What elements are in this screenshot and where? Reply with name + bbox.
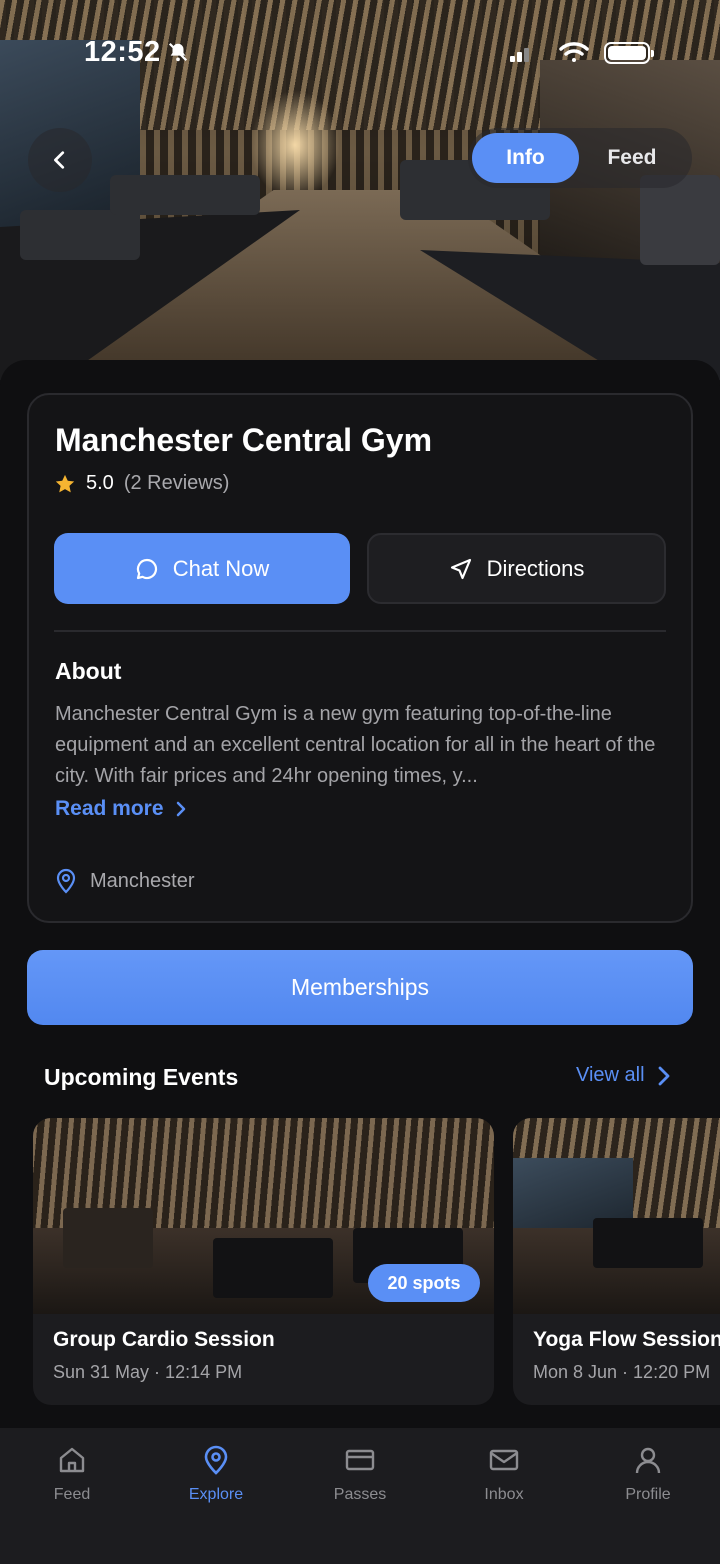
gym-location: Manchester <box>54 868 195 894</box>
nav-passes-label: Passes <box>333 1486 387 1503</box>
nav-feed-label: Feed <box>53 1486 91 1503</box>
wifi-icon <box>559 42 589 62</box>
nav-passes[interactable]: Passes <box>288 1428 432 1564</box>
nav-inbox-label: Inbox <box>484 1486 524 1503</box>
bell-off-icon <box>168 42 188 62</box>
mail-icon <box>489 1449 519 1471</box>
nav-inbox[interactable]: Inbox <box>432 1428 576 1564</box>
chat-bubble-icon <box>136 558 157 579</box>
status-time: 12:52 <box>84 36 161 68</box>
gym-name: Manchester Central Gym <box>55 422 433 458</box>
nav-explore[interactable]: Explore <box>144 1428 288 1564</box>
memberships-label: Memberships <box>290 974 430 1000</box>
event-card[interactable]: Yoga Flow Session Mon 8 Jun · 12:20 PM <box>513 1118 720 1405</box>
upcoming-events-title: Upcoming Events <box>44 1064 239 1090</box>
location-label: Manchester <box>90 869 195 892</box>
nav-explore-label: Explore <box>188 1486 244 1503</box>
user-icon <box>635 1447 661 1474</box>
location-pin-icon <box>56 868 76 894</box>
chevron-right-icon <box>176 801 185 817</box>
status-bar: 12:52 <box>0 0 720 100</box>
rating-value: 5.0 <box>86 472 114 494</box>
read-more-link[interactable]: Read more <box>55 797 188 821</box>
battery-icon <box>604 42 654 64</box>
directions-button[interactable]: Directions <box>367 533 666 604</box>
chevron-right-icon <box>658 1066 669 1085</box>
tab-feed[interactable]: Feed <box>579 133 685 183</box>
nav-profile-label: Profile <box>625 1486 671 1503</box>
signal-icon <box>510 48 529 62</box>
nav-feed[interactable]: Feed <box>0 1428 144 1564</box>
event-card[interactable]: Group Cardio Session Sun 31 May · 12:14 … <box>33 1118 494 1405</box>
about-text: Manchester Central Gym is a new gym feat… <box>55 703 656 787</box>
info-feed-tabs: Info Feed <box>468 128 692 188</box>
navigation-arrow-icon <box>450 558 471 579</box>
back-button[interactable] <box>28 128 92 192</box>
view-all-link[interactable]: View all <box>576 1064 671 1087</box>
divider <box>54 630 666 632</box>
view-all-label: View all <box>576 1064 645 1086</box>
star-icon <box>55 474 75 492</box>
chat-now-label: Chat Now <box>172 555 270 581</box>
tab-info[interactable]: Info <box>472 133 579 183</box>
nav-profile[interactable]: Profile <box>576 1428 720 1564</box>
chat-now-button[interactable]: Chat Now <box>54 533 350 604</box>
home-icon <box>59 1447 85 1473</box>
event-image <box>513 1118 720 1314</box>
event-title: Group Cardio Session <box>53 1328 275 1351</box>
bottom-nav: Feed Explore Passes Inbox Profile <box>0 1428 720 1564</box>
read-more-label: Read more <box>55 797 164 820</box>
review-count: (2 Reviews) <box>123 472 230 494</box>
event-title: Yoga Flow Session <box>533 1328 720 1351</box>
location-pin-icon <box>204 1445 228 1475</box>
rating-row[interactable]: 5.0 (2 Reviews) <box>54 472 229 495</box>
memberships-button[interactable]: Memberships <box>27 950 693 1025</box>
about-title: About <box>55 658 122 684</box>
card-icon <box>345 1449 375 1471</box>
event-date: Mon 8 Jun · 12:20 PM <box>533 1362 711 1382</box>
chevron-left-icon <box>54 151 65 169</box>
spots-badge: 20 spots <box>368 1264 480 1302</box>
event-date: Sun 31 May · 12:14 PM <box>53 1362 243 1382</box>
directions-label: Directions <box>486 555 585 581</box>
